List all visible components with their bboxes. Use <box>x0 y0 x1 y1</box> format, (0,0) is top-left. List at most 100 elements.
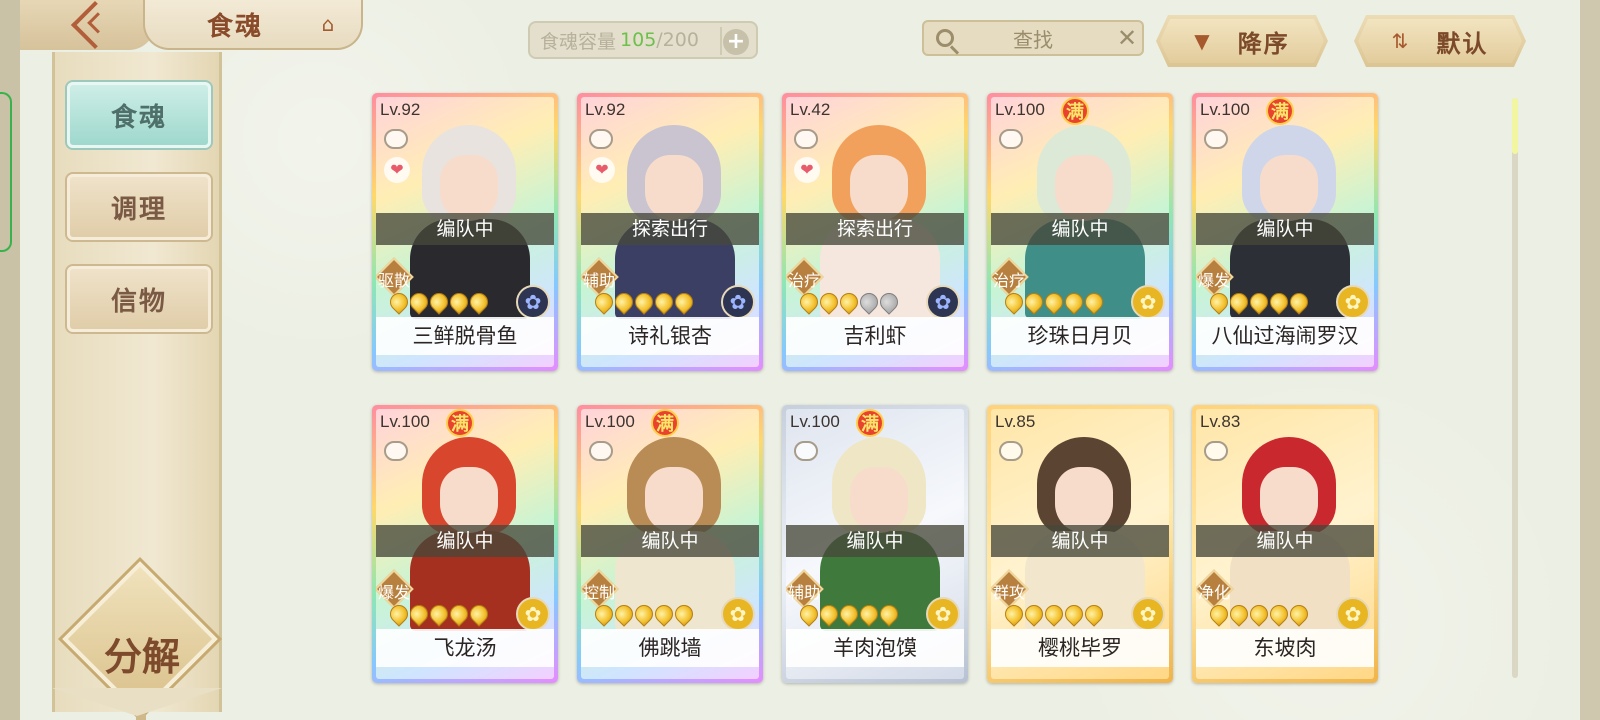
card-name: 飞龙汤 <box>376 629 554 667</box>
role-label: 控制 <box>582 583 615 602</box>
scrollbar-thumb[interactable] <box>1512 98 1518 154</box>
lock-icon[interactable] <box>589 129 613 149</box>
star-icon <box>446 601 472 627</box>
heart-icon[interactable]: ❤ <box>384 157 410 183</box>
card-name: 珍珠日月贝 <box>991 317 1169 355</box>
portrait-face <box>1055 467 1113 533</box>
card-level: Lv.100 <box>380 412 430 431</box>
portrait-face <box>645 467 703 533</box>
search-placeholder: 查找 <box>1013 27 1053 52</box>
sort-mode-button[interactable]: ⇅ 默认 <box>1354 15 1526 67</box>
foodsoul-card[interactable]: Lv.92 ❤ 编队中 驱散 ✿ 三鲜脱骨鱼 <box>372 93 558 371</box>
heart-icon[interactable]: ❤ <box>589 157 615 183</box>
card-name: 三鲜脱骨鱼 <box>376 317 554 355</box>
gold-flower-icon: ✿ <box>721 597 755 631</box>
role-label: 爆发 <box>377 583 410 602</box>
foodsoul-card[interactable]: Lv.100 满编队中 爆发 ✿ 八仙过海闹罗汉 <box>1192 93 1378 371</box>
pavilion-icon[interactable]: ⌂ <box>315 13 341 35</box>
card-name: 佛跳墙 <box>581 629 759 667</box>
star-icon <box>1081 601 1107 627</box>
lock-icon[interactable] <box>384 441 408 461</box>
sidebar: 食魂 调理 信物 分解 <box>52 52 222 720</box>
card-inner: Lv.92 ❤ 探索出行 辅助 ✿ 诗礼银杏 <box>581 97 759 367</box>
foodsoul-card[interactable]: Lv.100 满编队中 辅助 ✿ 羊肉泡馍 <box>782 405 968 683</box>
sidebar-item-tune[interactable]: 调理 <box>67 174 211 240</box>
status-badge: 编队中 <box>376 525 554 557</box>
sort-order-button[interactable]: ▼ 降序 <box>1156 15 1328 67</box>
lock-icon[interactable] <box>794 129 818 149</box>
lock-icon[interactable] <box>384 129 408 149</box>
dark-flower-icon: ✿ <box>516 285 550 319</box>
dark-flower-icon: ✿ <box>721 285 755 319</box>
device-edge-indicator <box>0 92 12 252</box>
star-icon <box>796 289 822 315</box>
status-badge: 编队中 <box>581 525 759 557</box>
heart-icon[interactable]: ❤ <box>794 157 820 183</box>
lock-icon[interactable] <box>1204 129 1228 149</box>
star-icon <box>1286 289 1312 315</box>
portrait-face <box>645 155 703 221</box>
portrait-face <box>850 467 908 533</box>
decompose-label[interactable]: 分解 <box>79 626 205 681</box>
foodsoul-card[interactable]: Lv.92 ❤ 探索出行 辅助 ✿ 诗礼银杏 <box>577 93 763 371</box>
lock-icon[interactable] <box>589 441 613 461</box>
add-capacity-button[interactable]: + <box>720 27 750 55</box>
role-badge: 控制 <box>581 569 619 609</box>
lock-icon[interactable] <box>999 441 1023 461</box>
search-field[interactable]: 查找 ✕ <box>922 20 1144 56</box>
star-icon <box>856 289 882 315</box>
back-button[interactable] <box>20 0 155 50</box>
star-icon <box>1206 601 1232 627</box>
star-icon <box>1041 289 1067 315</box>
sidebar-item-foodsoul[interactable]: 食魂 <box>67 82 211 148</box>
status-badge: 编队中 <box>991 525 1169 557</box>
max-level-badge: 满 <box>446 409 474 437</box>
foodsoul-card[interactable]: Lv.42 ❤ 探索出行 治疗 ✿ 吉利虾 <box>782 93 968 371</box>
star-icon <box>1021 601 1047 627</box>
star-icon <box>631 601 657 627</box>
card-name: 樱桃毕罗 <box>991 629 1169 667</box>
star-icon <box>406 289 432 315</box>
foodsoul-card[interactable]: Lv.100 满编队中 控制 ✿ 佛跳墙 <box>577 405 763 683</box>
status-badge: 编队中 <box>376 213 554 245</box>
portrait-face <box>440 155 498 221</box>
star-icon <box>1081 289 1107 315</box>
sidebar-item-token[interactable]: 信物 <box>67 266 211 332</box>
star-rating <box>796 289 902 315</box>
foodsoul-card[interactable]: Lv.83 编队中 净化 ✿ 东坡肉 <box>1192 405 1378 683</box>
star-icon <box>1266 601 1292 627</box>
role-label: 治疗 <box>787 271 820 290</box>
capacity-bar: 食魂容量 105 /200 + <box>528 21 758 59</box>
star-icon <box>631 289 657 315</box>
star-icon <box>426 289 452 315</box>
close-icon[interactable]: ✕ <box>1112 24 1142 52</box>
star-icon <box>1246 601 1272 627</box>
page-title: 食魂 <box>207 11 264 42</box>
search-icon <box>936 29 954 47</box>
scrollbar[interactable] <box>1512 98 1518 678</box>
card-inner: Lv.100 满编队中 治疗 ✿ 珍珠日月贝 <box>991 97 1169 367</box>
portrait-face <box>850 155 908 221</box>
card-level: Lv.100 <box>790 412 840 431</box>
capacity-max: /200 <box>656 29 699 51</box>
role-badge: 辅助 <box>786 569 824 609</box>
card-level: Lv.100 <box>585 412 635 431</box>
star-rating <box>1001 601 1107 627</box>
star-icon <box>836 601 862 627</box>
star-rating <box>386 601 492 627</box>
portrait-face <box>1260 155 1318 221</box>
star-icon <box>876 601 902 627</box>
star-icon <box>1226 289 1252 315</box>
status-badge: 编队中 <box>1196 213 1374 245</box>
lock-icon[interactable] <box>999 129 1023 149</box>
star-icon <box>816 289 842 315</box>
foodsoul-card[interactable]: Lv.85 编队中 群攻 ✿ 樱桃毕罗 <box>987 405 1173 683</box>
role-badge: 治疗 <box>786 257 824 297</box>
back-arrow-icon <box>70 0 119 50</box>
lock-icon[interactable] <box>794 441 818 461</box>
foodsoul-card[interactable]: Lv.100 满编队中 爆发 ✿ 飞龙汤 <box>372 405 558 683</box>
lock-icon[interactable] <box>1204 441 1228 461</box>
foodsoul-card[interactable]: Lv.100 满编队中 治疗 ✿ 珍珠日月贝 <box>987 93 1173 371</box>
role-badge: 净化 <box>1196 569 1234 609</box>
capacity-label: 食魂容量 <box>540 30 617 53</box>
